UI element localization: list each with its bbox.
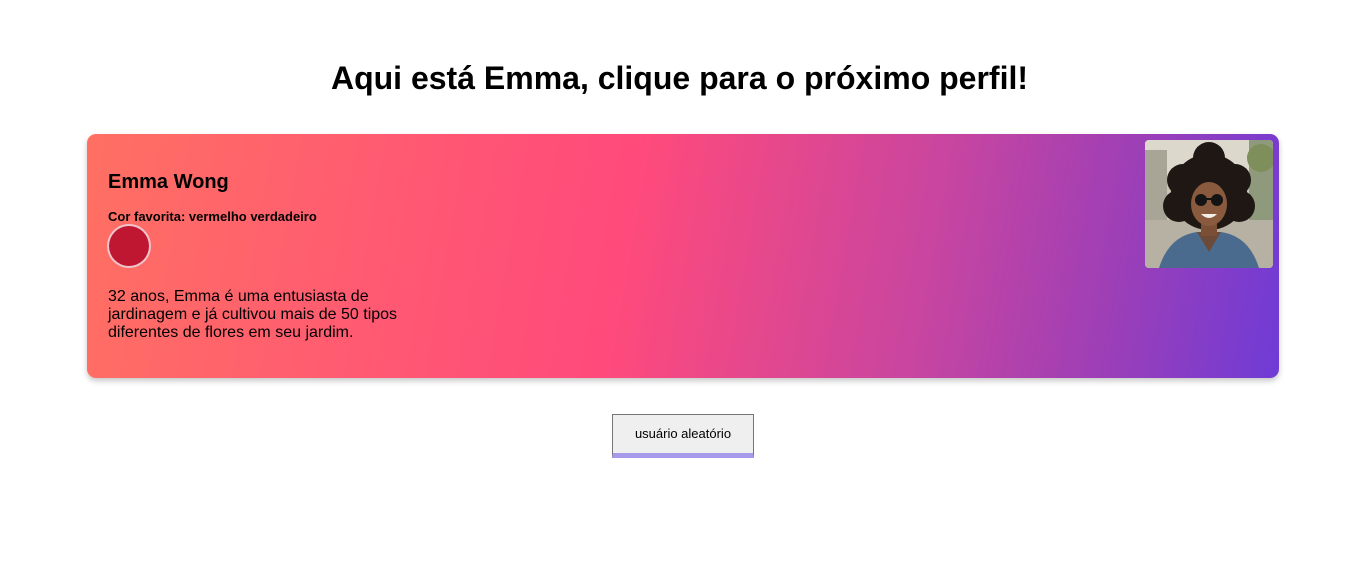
random-user-button[interactable]: usuário aleatório xyxy=(612,414,754,458)
profile-bio: 32 anos, Emma é uma entusiasta de jardin… xyxy=(108,288,398,341)
profile-card: Emma Wong Cor favorita: vermelho verdade… xyxy=(87,134,1279,378)
page-title: Aqui está Emma, clique para o próximo pe… xyxy=(330,60,1029,96)
avatar xyxy=(1145,140,1273,268)
profile-name: Emma Wong xyxy=(108,171,229,193)
favorite-color-swatch xyxy=(107,224,151,268)
profile-photo-image xyxy=(1145,140,1273,268)
favorite-color-label: Cor favorita: vermelho verdadeiro xyxy=(108,209,317,224)
